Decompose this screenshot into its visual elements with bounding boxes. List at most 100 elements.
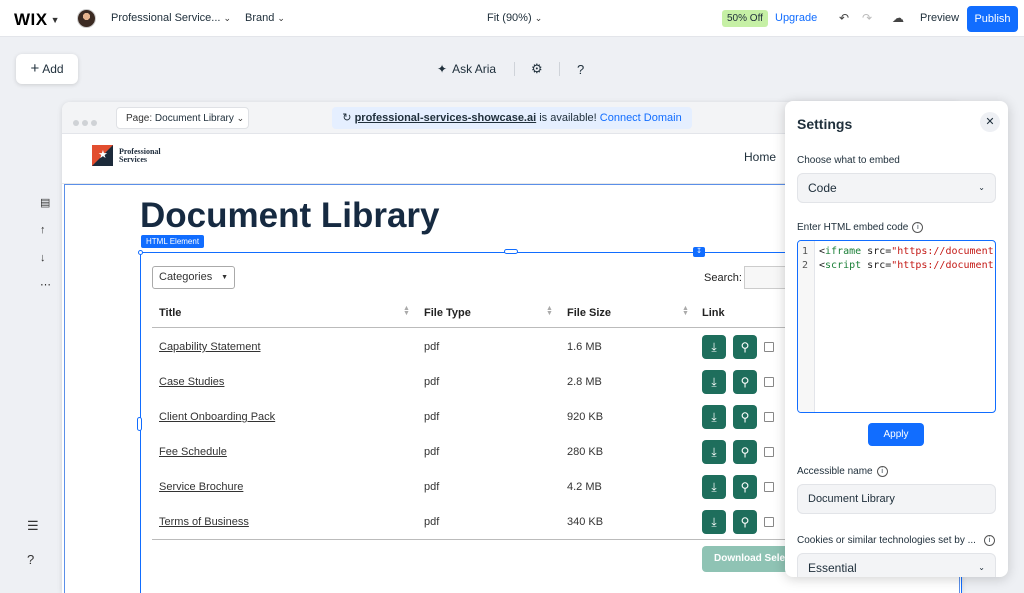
search-icon[interactable]: ⚲ [733,475,757,499]
column-header-type[interactable]: File Type [424,307,471,319]
sort-icon[interactable]: ▲ ▼ [546,305,553,317]
download-icon[interactable]: ⤓ [702,405,726,429]
add-button[interactable]: + Add [16,54,78,84]
chevron-down-icon: ⌄ [534,13,543,23]
cookies-label: Cookies or similar technologies set by .… [797,535,995,546]
download-icon[interactable]: ⤓ [702,475,726,499]
redo-icon[interactable]: ↷ [862,11,872,25]
site-selector[interactable]: Professional Service... ⌄ [111,12,231,24]
search-icon[interactable]: ⚲ [733,510,757,534]
domain-name[interactable]: professional-services-showcase.ai [355,112,537,124]
upgrade-link[interactable]: Upgrade [775,12,817,24]
file-type: pdf [424,481,440,493]
table-footer-rule [152,539,802,540]
chevron-down-icon: ⌄ [978,183,985,192]
settings-panel: Settings ✕ Choose what to embed Code ⌄ En… [785,101,1008,577]
search-icon[interactable]: ⚲ [733,370,757,394]
embed-type-select[interactable]: Code ⌄ [797,173,996,203]
chevron-down-icon: ⌄ [978,563,985,572]
help-rail-button[interactable]: ? [27,552,34,567]
arrow-up-icon[interactable]: ↑ [40,224,46,236]
row-checkbox[interactable] [764,482,774,492]
file-size: 2.8 MB [567,376,602,388]
brand-menu[interactable]: Brand ⌄ [245,12,285,24]
link-icon: ↻ [342,112,352,124]
row-checkbox[interactable] [764,412,774,422]
offer-badge[interactable]: 50% Off [722,10,768,27]
download-icon[interactable]: ⤓ [702,335,726,359]
code-line[interactable]: <script src="https://document [819,260,994,271]
file-type: pdf [424,341,440,353]
ask-aria-button[interactable]: ✦ Ask Aria [437,62,496,76]
divider [559,62,560,76]
preview-button[interactable]: Preview [920,12,959,24]
download-icon[interactable]: ⤓ [702,510,726,534]
file-size: 920 KB [567,411,604,423]
wix-logo[interactable]: WIX ▼ [14,10,60,30]
document-title-link[interactable]: Case Studies [159,376,224,388]
resize-handle[interactable] [138,250,143,255]
search-icon[interactable]: ⚲ [733,335,757,359]
accessible-name-input[interactable]: Document Library [797,484,996,514]
help-button[interactable]: ? [577,62,584,77]
chevron-down-icon: ⌄ [277,13,285,23]
row-checkbox[interactable] [764,517,774,527]
embed-type-label: Choose what to embed [797,155,900,166]
info-icon[interactable]: i [912,222,924,233]
cloud-icon[interactable]: ☁ [892,11,904,25]
more-icon[interactable]: ⋯ [40,278,51,291]
line-number: 1 [802,246,809,257]
download-icon[interactable]: ⤓ [702,440,726,464]
zoom-selector[interactable]: Fit (90%) ⌄ [487,12,542,24]
search-icon[interactable]: ⚲ [733,440,757,464]
download-marker-icon[interactable]: ↧ [693,247,705,257]
brand-logo[interactable]: ★ [92,145,113,166]
page-title[interactable]: Document Library [140,196,440,236]
file-type: pdf [424,516,440,528]
info-icon[interactable]: i [876,466,888,477]
file-size: 1.6 MB [567,341,602,353]
nav-home[interactable]: Home [744,150,776,164]
row-checkbox[interactable] [764,342,774,352]
chevron-down-icon: ⌄ [236,113,245,123]
close-icon[interactable]: ✕ [980,112,1000,132]
document-title-link[interactable]: Fee Schedule [159,446,227,458]
info-icon[interactable]: i [983,535,995,546]
layout-icon[interactable]: ▤ [40,196,50,209]
download-icon[interactable]: ⤓ [702,370,726,394]
undo-icon[interactable]: ↶ [839,11,849,25]
column-header-size[interactable]: File Size [567,307,611,319]
arrow-down-icon[interactable]: ↓ [40,252,46,264]
embed-code-label: Enter HTML embed code i [797,222,924,233]
file-type: pdf [424,376,440,388]
apply-button[interactable]: Apply [868,423,924,446]
document-title-link[interactable]: Capability Statement [159,341,261,353]
avatar[interactable] [77,9,96,28]
resize-handle[interactable] [504,249,518,254]
gear-icon[interactable]: ⚙ [531,61,543,77]
document-title-link[interactable]: Service Brochure [159,481,243,493]
publish-button[interactable]: Publish [967,6,1018,32]
divider [514,62,515,76]
html-element-tag[interactable]: HTML Element [141,235,205,248]
row-checkbox[interactable] [764,447,774,457]
code-line[interactable]: <iframe src="https://document [819,246,994,257]
code-editor[interactable]: 1 2 <iframe src="https://document <scrip… [797,240,996,413]
brand-name: Professional Services [119,147,161,164]
categories-select[interactable]: Categories ▼ [152,266,235,289]
document-title-link[interactable]: Client Onboarding Pack [159,411,275,423]
search-icon[interactable]: ⚲ [733,405,757,429]
connect-domain-link[interactable]: Connect Domain [600,112,682,124]
column-header-title[interactable]: Title [159,307,181,319]
line-number: 2 [802,260,809,271]
cookies-select[interactable]: Essential ⌄ [797,553,996,577]
document-title-link[interactable]: Terms of Business [159,516,249,528]
sparkle-icon: ✦ [437,62,448,76]
page-selector[interactable]: Page: Document Library ⌄ [116,107,249,129]
row-checkbox[interactable] [764,377,774,387]
layers-icon[interactable]: ☰ [27,518,39,534]
sort-icon[interactable]: ▲ ▼ [403,305,410,317]
sort-icon[interactable]: ▲ ▼ [682,305,689,317]
top-bar: WIX ▼ Professional Service... ⌄ Brand ⌄ F… [0,0,1024,37]
window-dots [73,115,100,129]
